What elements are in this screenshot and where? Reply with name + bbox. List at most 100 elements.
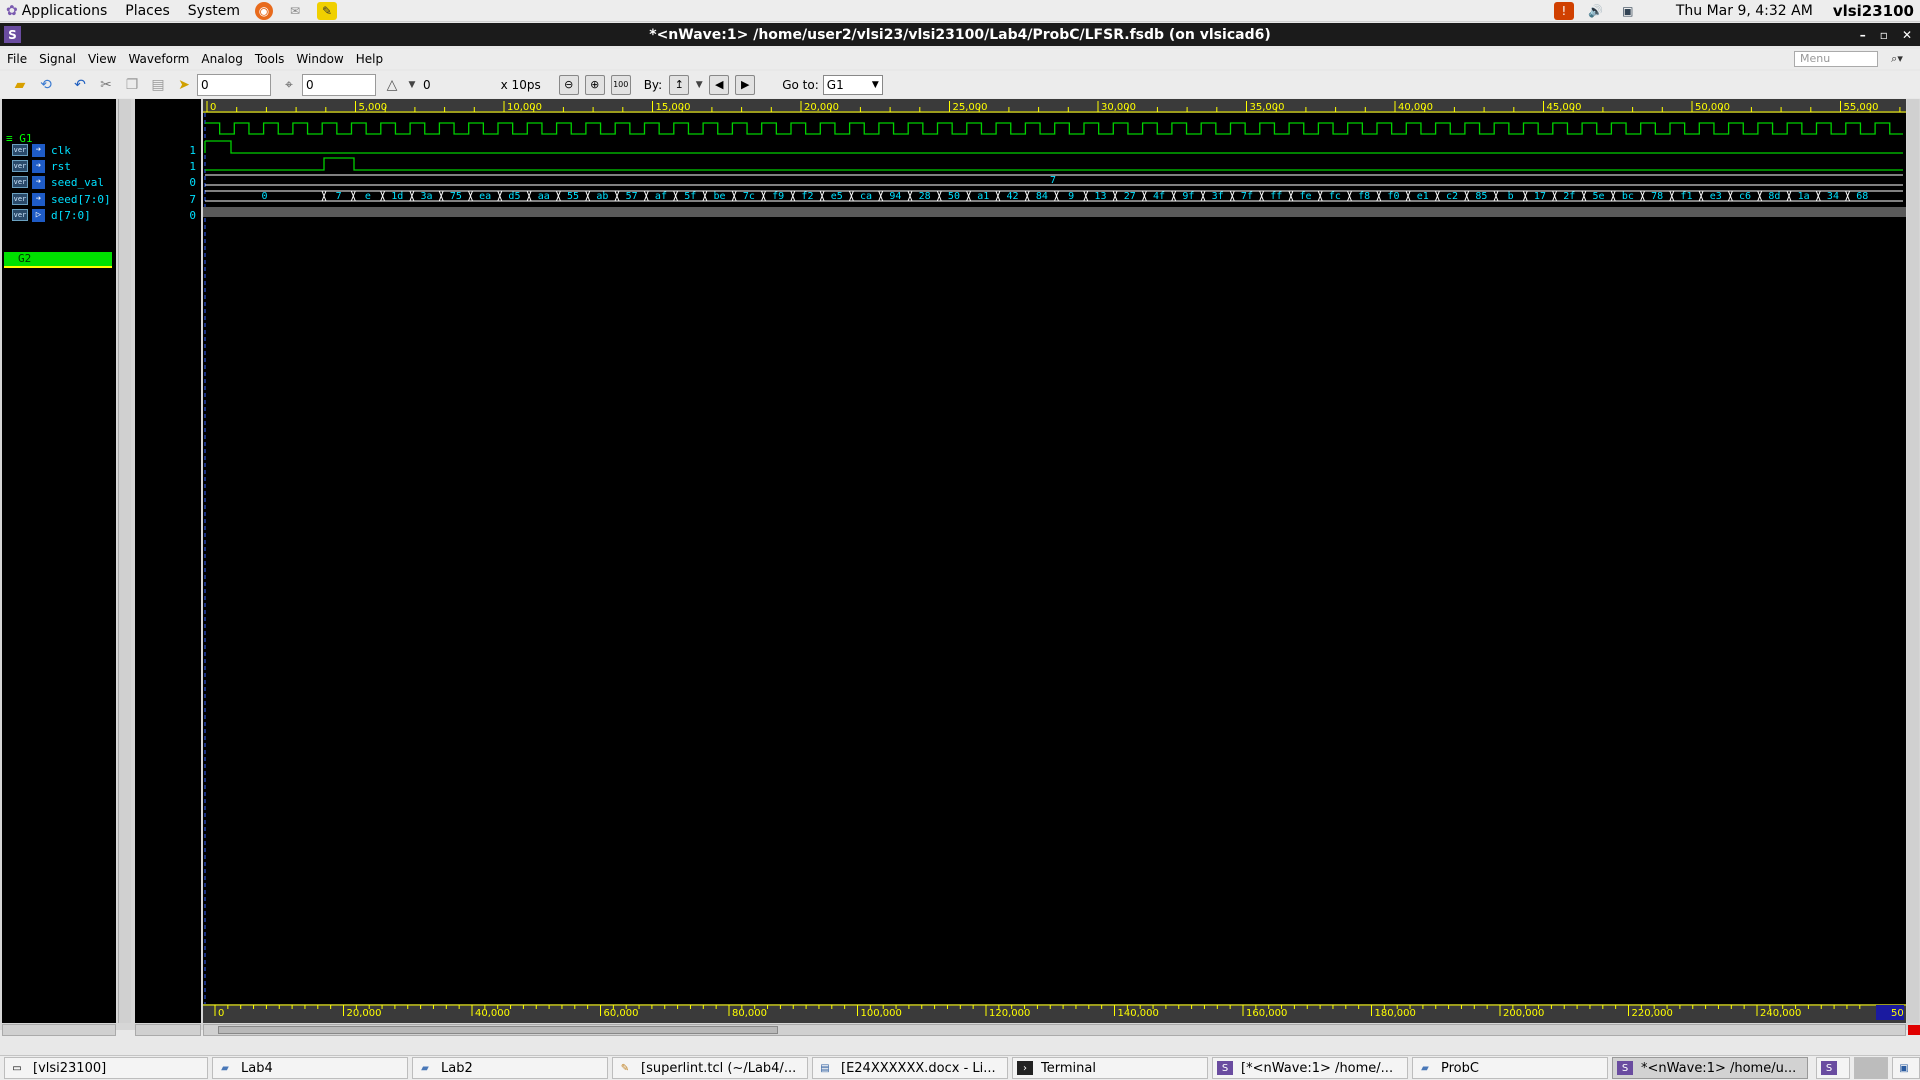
waveform-canvas[interactable]: 0 5,000 10,000 15,000 20,000 25,000 30,000 35,0… <box>203 99 1906 1023</box>
maximize-button[interactable]: ▫ <box>1880 28 1888 42</box>
waveform-scrollbar[interactable] <box>1907 99 1919 1023</box>
menu-file[interactable]: File <box>0 52 33 66</box>
delta-dropdown-icon[interactable]: ▼ <box>406 74 418 96</box>
nwave-icon: S <box>1821 1061 1837 1075</box>
close-button[interactable]: ✕ <box>1902 28 1912 42</box>
applications-menu[interactable]: ✿ Applications <box>0 0 116 22</box>
email-icon[interactable]: ✉ <box>285 2 305 20</box>
waveform-pane[interactable]: 0 5,000 10,000 15,000 20,000 25,000 30,000 35,0… <box>203 99 1906 1023</box>
top-ruler-label: 25,000 <box>953 102 988 113</box>
d-bus-value: ca <box>860 191 872 202</box>
input-port-icon: ➔ <box>32 159 45 173</box>
zoom-in-icon[interactable]: ⊕ <box>584 74 605 95</box>
task-lab4[interactable]: ▰ Lab4 <box>212 1057 408 1079</box>
window-title-bar[interactable]: S *<nWave:1> /home/user2/vlsi23/vlsi2310… <box>0 23 1920 46</box>
value-pane[interactable]: 1 1 0 7 0 <box>135 99 201 1023</box>
delta-icon[interactable]: △ <box>380 74 404 96</box>
task-nwave-2[interactable]: S *<nWave:1> /home/u... <box>1612 1057 1808 1079</box>
search-icon[interactable]: ⌕▾ <box>1882 51 1912 67</box>
d-bus-transition <box>1640 190 1645 202</box>
d-bus-value: ff <box>1270 191 1282 202</box>
task-docx[interactable]: ▤ [E24XXXXXX.docx - Li... <box>812 1057 1008 1079</box>
show-desktop-button[interactable]: ▣ <box>1892 1057 1920 1079</box>
pointer-icon[interactable]: ➤ <box>172 74 196 96</box>
d-bus-transition <box>1259 190 1265 202</box>
cut-icon[interactable]: ✂ <box>94 74 118 96</box>
menu-analog[interactable]: Analog <box>195 52 248 66</box>
marker-time-input[interactable]: 0 <box>302 73 376 96</box>
task-nwave-1[interactable]: S [*<nWave:1> /home/... <box>1212 1057 1408 1079</box>
search-by-dropdown-icon[interactable]: ▼ <box>693 74 705 96</box>
signal-row[interactable]: ver ➔ clk <box>2 142 71 158</box>
time-unit: x 10ps <box>500 77 541 92</box>
search-by-icon[interactable]: ↥ <box>669 74 690 95</box>
waveform-hscrollbar[interactable] <box>203 1024 1906 1036</box>
waveform-hscroll-thumb[interactable] <box>218 1026 778 1034</box>
d-bus-transition <box>1464 190 1470 202</box>
taskbar: ▭ [vlsi23100] ▰ Lab4 ▰ Lab2 ✎ [superlint.tcl… <box>0 1055 1920 1080</box>
notes-icon[interactable]: ✎ <box>317 1 337 20</box>
reload-icon[interactable]: ⟲ <box>34 74 58 96</box>
update-notifier-icon[interactable]: ! <box>1553 1 1574 20</box>
seed-bus-value: 7 <box>1050 175 1056 186</box>
signal-row[interactable]: ver ➔ seed[7:0] <box>2 191 111 207</box>
d-bus-transition <box>966 190 972 202</box>
menu-help[interactable]: Help <box>350 52 389 66</box>
signal-name-pane[interactable]: ≡ G1 ver ➔ clk ver ➔ rst ver ➔ seed_val ver ➔ seed[… <box>2 99 116 1023</box>
clock[interactable]: Thu Mar 9, 4:32 AM <box>1676 3 1813 19</box>
by-label: By: <box>643 77 663 92</box>
d-bus-transition <box>643 190 649 202</box>
places-menu[interactable]: Places <box>116 0 179 22</box>
zoom-out-icon[interactable]: ⊖ <box>558 74 579 95</box>
volume-icon[interactable]: 🔊 <box>1586 2 1606 20</box>
d-bus-transition <box>1200 190 1206 202</box>
zoom-fit-icon[interactable]: 100 <box>610 74 631 95</box>
goto-select[interactable]: G1 ▼ <box>822 74 883 95</box>
task-lab2[interactable]: ▰ Lab2 <box>412 1057 608 1079</box>
undo-icon[interactable]: ↶ <box>68 74 92 96</box>
gnome-foot-icon: ✿ <box>6 2 18 19</box>
minimize-button[interactable]: – <box>1860 28 1866 42</box>
signal-hscrollbar[interactable] <box>2 1024 116 1036</box>
menu-waveform[interactable]: Waveform <box>122 52 195 66</box>
search-backward-button[interactable]: ◀ <box>709 74 730 95</box>
user-menu[interactable]: vlsi23100 <box>1833 2 1914 20</box>
workspace-switcher-1[interactable]: S <box>1816 1057 1850 1079</box>
menu-signal[interactable]: Signal <box>33 52 82 66</box>
d-bus-transition <box>468 190 473 202</box>
copy-icon[interactable]: ❐ <box>120 74 144 96</box>
task-probc[interactable]: ▰ ProbC <box>1412 1057 1608 1079</box>
firefox-icon[interactable]: ◉ <box>255 1 273 20</box>
signal-pane-scrollbar[interactable] <box>118 99 131 1023</box>
cursor-time-input[interactable]: 0 <box>197 73 271 96</box>
d-bus-transition <box>497 190 503 202</box>
system-menu[interactable]: System <box>179 0 249 22</box>
value-hscrollbar[interactable] <box>135 1024 201 1036</box>
d-bus-value: 5f <box>684 191 696 202</box>
d-bus-value: e3 <box>1710 191 1722 202</box>
menu-search-input[interactable]: Menu <box>1794 51 1878 67</box>
task-terminal[interactable]: › Terminal <box>1012 1057 1208 1079</box>
signal-row[interactable]: ver ➔ rst <box>2 158 71 174</box>
task-vlsi23100[interactable]: ▭ [vlsi23100] <box>4 1057 208 1079</box>
nwave-logo-icon[interactable]: S <box>4 26 21 43</box>
d-bus-value: 42 <box>1007 191 1019 202</box>
task-superlint[interactable]: ✎ [superlint.tcl (~/Lab4/... <box>612 1057 808 1079</box>
menu-view[interactable]: View <box>82 52 122 66</box>
menu-window[interactable]: Window <box>290 52 349 66</box>
marker-icon[interactable]: ⌖ <box>277 74 301 96</box>
search-forward-button[interactable]: ▶ <box>735 74 756 95</box>
open-folder-icon[interactable]: ▰ <box>8 74 32 96</box>
input-port-icon: ➔ <box>32 175 45 189</box>
signal-row[interactable]: ver ➔ seed_val <box>2 174 104 190</box>
workspace-switcher-2[interactable] <box>1854 1057 1888 1079</box>
menu-tools[interactable]: Tools <box>249 52 291 66</box>
network-icon[interactable]: ▣ <box>1618 2 1638 20</box>
signal-name: seed_val <box>51 175 104 189</box>
top-ruler-label: 10,000 <box>507 102 542 113</box>
d-bus-transition <box>995 190 1001 202</box>
paste-icon[interactable]: ▤ <box>146 74 170 96</box>
group-g2-row[interactable]: G2 <box>4 252 112 266</box>
signal-row[interactable]: ver ▷ d[7:0] <box>2 207 91 223</box>
d-bus-transition <box>321 190 327 202</box>
